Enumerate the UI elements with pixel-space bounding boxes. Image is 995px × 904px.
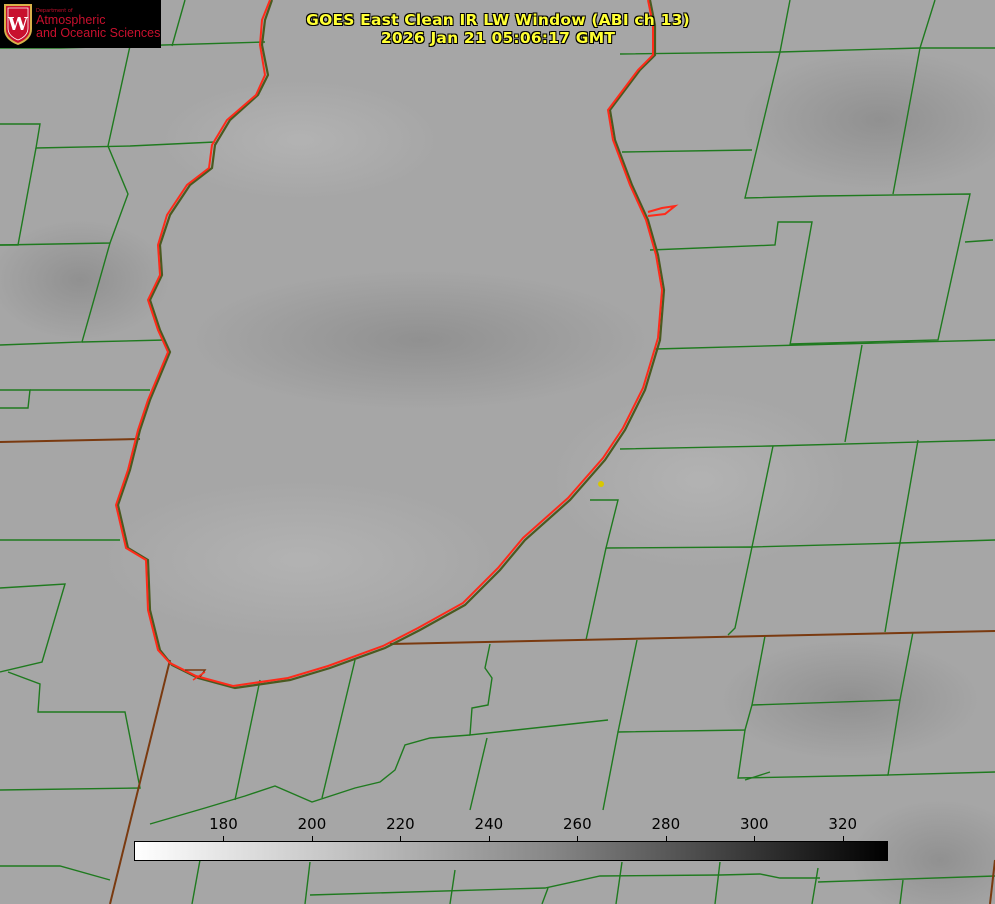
colorbar-tick-label: 300 (739, 815, 769, 833)
cloud-texture (0, 0, 995, 904)
colorbar-tick-label: 200 (297, 815, 327, 833)
title-line-2: 2026 Jan 21 05:06:17 GMT (380, 29, 616, 47)
colorbar-tick-label: 280 (651, 815, 681, 833)
colorbar-tick-label: 220 (386, 815, 415, 833)
colorbar-tick-label: 180 (209, 815, 238, 833)
colorbar-tick-label: 260 (563, 815, 592, 833)
image-title: GOES East Clean IR LW Window (ABI ch 13)… (300, 11, 696, 47)
svg-text:W: W (7, 14, 29, 35)
colorbar (134, 841, 888, 861)
uw-crest-icon: W (4, 4, 32, 45)
colorbar-tick-label: 320 (828, 815, 858, 833)
title-line-1: GOES East Clean IR LW Window (ABI ch 13) (306, 11, 690, 29)
logo-line-2: and Oceanic Sciences (36, 25, 161, 40)
colorbar-tick-label: 240 (474, 815, 504, 833)
yellow-marker (598, 481, 604, 487)
uw-aos-logo: W Department of Atmospheric and Oceanic … (0, 0, 161, 48)
logo-line-1: Atmospheric (36, 13, 106, 27)
satellite-map (0, 0, 995, 904)
